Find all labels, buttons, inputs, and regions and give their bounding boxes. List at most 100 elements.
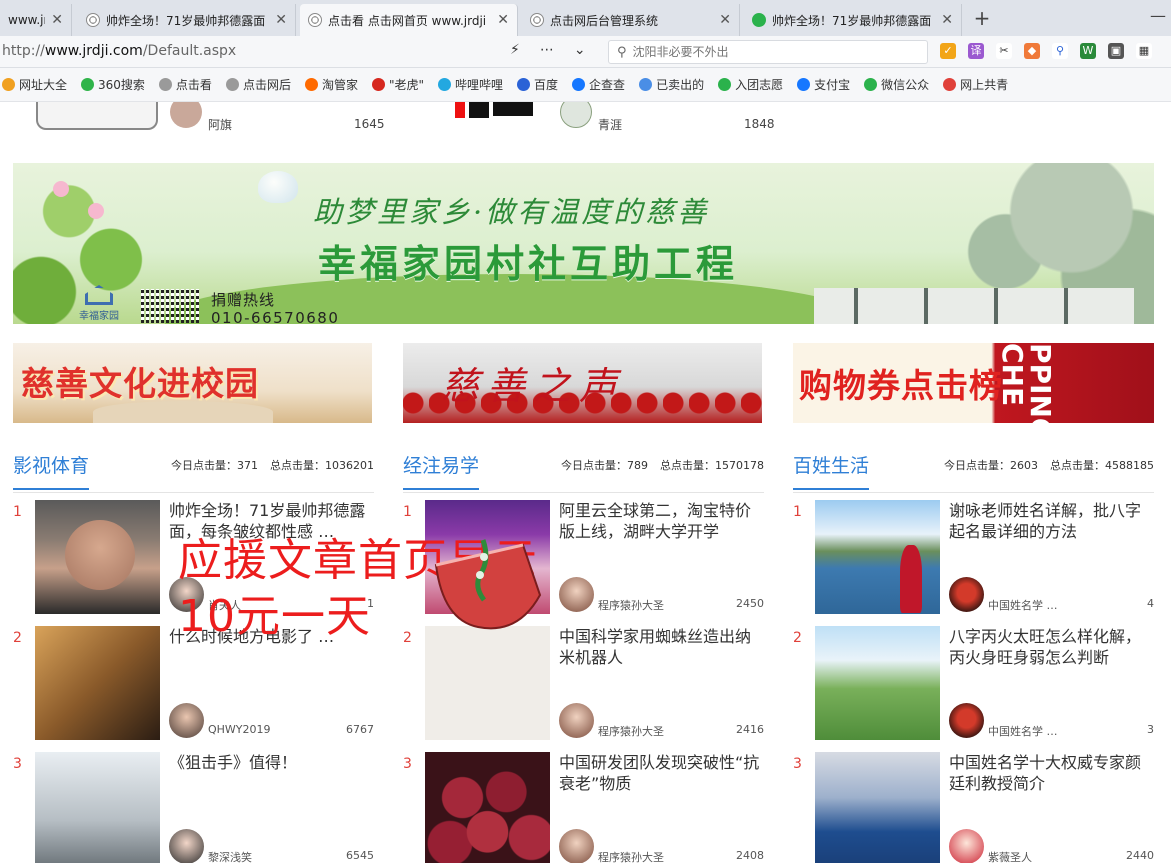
close-icon[interactable]: ✕ xyxy=(275,12,287,28)
search-tool-icon[interactable]: ⚲ xyxy=(1052,43,1068,59)
bookmark-icon xyxy=(943,78,957,91)
new-tab-icon[interactable]: + xyxy=(970,6,994,30)
box-icon[interactable]: ▣ xyxy=(1108,43,1124,59)
more-icon[interactable]: ⋯ xyxy=(540,42,554,58)
article-title[interactable]: 中国研发团队发现突破性“抗衰老”物质 xyxy=(559,752,764,794)
article-title[interactable]: 中国姓名学十大权威专家颜廷利教授简介 xyxy=(949,752,1154,794)
bookmark-item[interactable]: 哔哩哔哩 xyxy=(438,76,503,93)
list-item[interactable]: 1 谢咏老师姓名详解，批八字起名最详细的方法 中国姓名学 … 4 xyxy=(793,500,1154,616)
tab-title: 点击看 点击网首页 www.jrdji xyxy=(328,13,487,28)
banner-campus-charity[interactable]: 慈善文化进校园 xyxy=(13,343,372,423)
article-thumbnail[interactable] xyxy=(815,626,940,740)
bookmark-item[interactable]: 企查查 xyxy=(572,76,625,93)
address-bar: http://www.jrdji.com/Default.aspx ⚡ ⋯ ⌄ … xyxy=(0,36,1171,68)
browser-tab[interactable]: 帅炸全场！71岁最帅邦德露面 ✕ xyxy=(78,4,296,36)
article-title[interactable]: 谢咏老师姓名详解，批八字起名最详细的方法 xyxy=(949,500,1154,542)
avatar[interactable] xyxy=(559,829,594,863)
tab-title: www.jrdji. xyxy=(8,13,45,27)
baidu-icon xyxy=(517,78,531,91)
list-item[interactable]: 2 中国科学家用蜘蛛丝造出纳米机器人 程序猿孙大圣 2416 xyxy=(403,626,764,742)
url-field[interactable]: http://www.jrdji.com/Default.aspx xyxy=(2,43,236,59)
browser-tab[interactable]: www.jrdji. ✕ xyxy=(0,4,72,36)
article-thumbnail[interactable] xyxy=(35,500,160,614)
list-item[interactable]: 2 八字丙火太旺怎么样化解，丙火身旺身弱怎么判断 中国姓名学 … 3 xyxy=(793,626,1154,742)
bookmark-item[interactable]: 支付宝 xyxy=(797,76,850,93)
close-icon[interactable]: ✕ xyxy=(719,12,731,28)
bookmark-label: 百度 xyxy=(534,78,559,92)
list-item[interactable]: 3 《狙击手》值得！ 黎深浅笑 6545 xyxy=(13,752,374,863)
article-title[interactable]: 中国科学家用蜘蛛丝造出纳米机器人 xyxy=(559,626,764,668)
bookmark-icon xyxy=(2,78,15,91)
article-title[interactable]: 八字丙火太旺怎么样化解，丙火身旺身弱怎么判断 xyxy=(949,626,1154,668)
column-title[interactable]: 影视体育 xyxy=(13,451,90,490)
bilibili-icon xyxy=(438,78,452,91)
banner-charity-voice[interactable]: 慈善之声 xyxy=(403,343,762,423)
lightning-icon[interactable]: ⚡ xyxy=(510,42,520,58)
avatar[interactable] xyxy=(559,703,594,738)
bookmark-item[interactable]: 微信公众 xyxy=(864,76,929,93)
search-input[interactable] xyxy=(632,45,913,59)
charity-banner[interactable]: 助梦里家乡·做有温度的慈善 幸福家园村社互助工程 幸福家园 捐赠热线 010-6… xyxy=(13,163,1154,324)
article-thumbnail[interactable] xyxy=(35,752,160,863)
rank-number: 2 xyxy=(13,630,22,646)
bookmark-label: 支付宝 xyxy=(814,78,851,92)
url-host: www.jrdji.com xyxy=(44,43,143,59)
column-header: 经注易学 今日点击量：789 总点击量：1570178 xyxy=(403,445,764,493)
banner-coupon-ranking[interactable]: 购物券点击榜 PPING CHE xyxy=(793,343,1154,423)
word-icon[interactable]: W xyxy=(1080,43,1096,59)
shield-icon[interactable]: ✓ xyxy=(940,43,956,59)
bookmark-item[interactable]: 入团志愿 xyxy=(718,76,783,93)
bookmark-item[interactable]: 已卖出的 xyxy=(639,76,704,93)
translate-icon[interactable]: 译 xyxy=(968,43,984,59)
browser-tab-active[interactable]: 点击看 点击网首页 www.jrdji ✕ xyxy=(300,4,518,36)
url-path: /Default.aspx xyxy=(142,43,237,59)
bookmark-item[interactable]: 360搜索 xyxy=(81,76,145,93)
minimize-icon[interactable]: — xyxy=(1150,6,1166,25)
author-name: QHWY2019 xyxy=(208,723,271,736)
bookmark-item[interactable]: 淘管家 xyxy=(304,76,358,93)
avatar[interactable] xyxy=(949,703,984,738)
close-icon[interactable]: ✕ xyxy=(941,12,953,28)
close-icon[interactable]: ✕ xyxy=(51,12,63,28)
banner-title: 购物券点击榜 xyxy=(799,366,1003,405)
article-title[interactable]: 《狙击手》值得！ xyxy=(169,752,374,773)
avatar[interactable] xyxy=(949,577,984,612)
search-box[interactable]: ⚲ xyxy=(608,40,928,64)
scissors-icon[interactable]: ✂ xyxy=(996,43,1012,59)
avatar[interactable] xyxy=(170,102,202,128)
article-thumbnail[interactable] xyxy=(815,500,940,614)
avatar[interactable] xyxy=(169,703,204,738)
avatar[interactable] xyxy=(169,829,204,863)
bookmark-item[interactable]: 百度 xyxy=(517,76,558,93)
game-icon[interactable]: ◆ xyxy=(1024,43,1040,59)
bookmark-item[interactable]: 点击看 xyxy=(158,76,212,93)
column-title[interactable]: 经注易学 xyxy=(403,451,480,490)
total-clicks: 总点击量：1570178 xyxy=(660,459,764,472)
bookmark-item[interactable]: "老虎" xyxy=(371,76,424,93)
column-header: 百姓生活 今日点击量：2603 总点击量：4588185 xyxy=(793,445,1154,493)
article-thumbnail[interactable] xyxy=(35,626,160,740)
list-item[interactable]: 3 中国姓名学十大权威专家颜廷利教授简介 紫薇圣人 2440 xyxy=(793,752,1154,863)
grid-icon[interactable]: ▦ xyxy=(1136,43,1152,59)
column-title[interactable]: 百姓生活 xyxy=(793,451,870,490)
browser-tab[interactable]: 帅炸全场！71岁最帅邦德露面 ✕ xyxy=(744,4,962,36)
bookmark-item[interactable]: 点击网后 xyxy=(225,76,291,93)
browser-tab[interactable]: 点击网后台管理系统 ✕ xyxy=(522,4,740,36)
rank-number: 1 xyxy=(793,504,802,520)
logo-fragment[interactable] xyxy=(455,102,535,122)
article-title[interactable]: 阿里云全球第二，淘宝特价版上线，湖畔大学开学 xyxy=(559,500,764,542)
avatar[interactable] xyxy=(949,829,984,863)
total-clicks: 总点击量：1036201 xyxy=(270,459,374,472)
article-thumbnail[interactable] xyxy=(425,752,550,863)
bookmark-item[interactable]: 网上共青 xyxy=(943,76,1008,93)
avatar[interactable] xyxy=(559,577,594,612)
list-item[interactable]: 3 中国研发团队发现突破性“抗衰老”物质 程序猿孙大圣 2408 xyxy=(403,752,764,863)
car-thumbnail[interactable] xyxy=(36,102,158,130)
chevron-down-icon[interactable]: ⌄ xyxy=(574,42,586,58)
close-icon[interactable]: ✕ xyxy=(497,12,509,28)
article-thumbnail[interactable] xyxy=(425,626,550,740)
article-thumbnail[interactable] xyxy=(815,752,940,863)
avatar[interactable] xyxy=(560,102,592,128)
bookmark-item[interactable]: 网址大全 xyxy=(2,76,67,93)
previous-row: 阿旗 1645 青涯 1848 xyxy=(0,102,1171,134)
